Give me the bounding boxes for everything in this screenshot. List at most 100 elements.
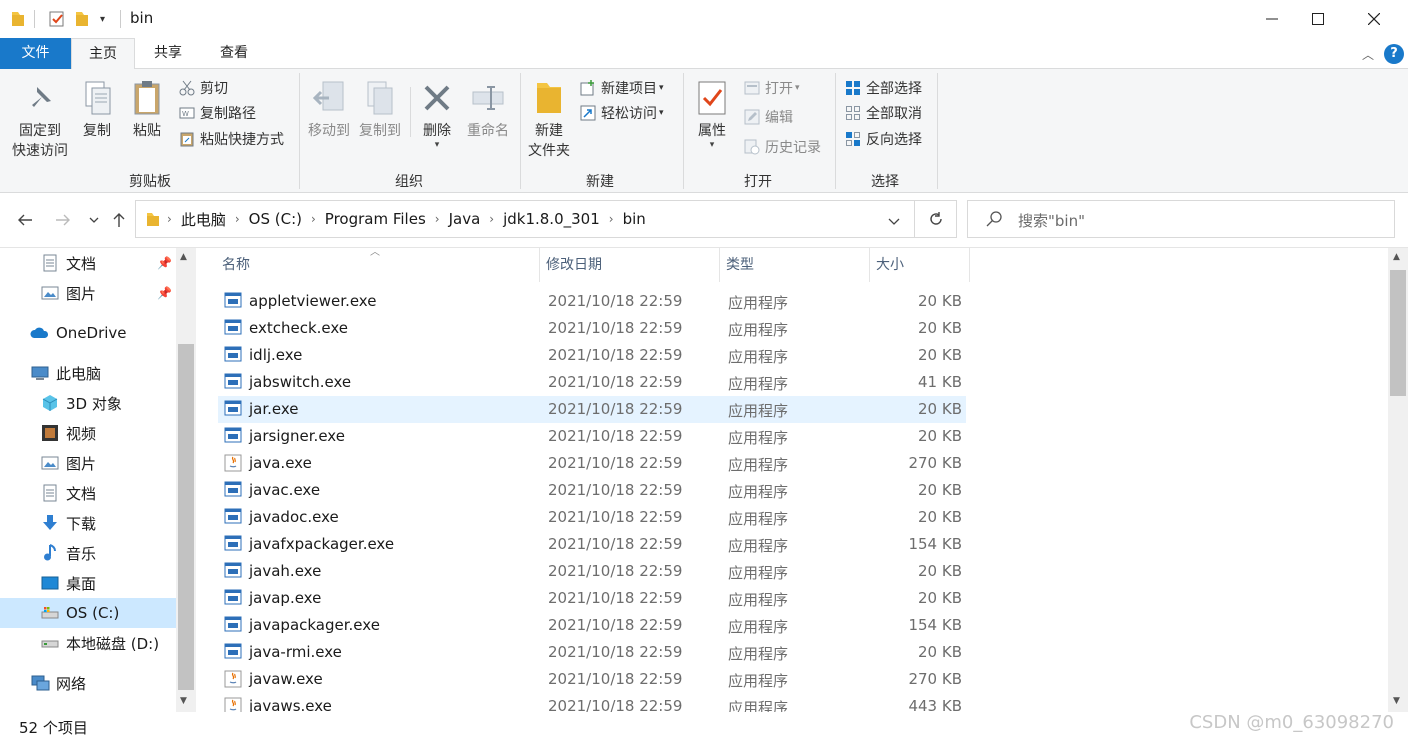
chevron-right-icon[interactable]: › [232,212,243,226]
move-to-button[interactable]: 移动到 [304,79,354,141]
copy-path-button[interactable]: W 复制路径 [178,102,256,124]
breadcrumb-item[interactable]: 此电脑 [175,209,232,230]
table-row[interactable]: appletviewer.exe 2021/10/18 22:59 应用程序 20 K… [218,288,966,315]
close-button[interactable] [1350,0,1398,38]
sidebar-item-network[interactable]: 网络 [30,668,176,698]
cut-button[interactable]: 剪切 [178,77,228,99]
edit-button[interactable]: 编辑 [743,106,793,128]
chevron-right-icon[interactable]: › [308,212,319,226]
back-button[interactable] [14,209,36,231]
tab-file[interactable]: 文件 [0,38,71,69]
help-icon[interactable]: ? [1384,44,1404,64]
table-row[interactable]: java-rmi.exe 2021/10/18 22:59 应用程序 20 KB [218,639,966,666]
file-size-cell: 20 KB [918,508,962,526]
copy-to-button[interactable]: 复制到 [354,79,406,141]
maximize-button[interactable] [1294,0,1342,38]
delete-button[interactable]: 删除 ▾ [416,79,458,150]
sidebar-item-documents[interactable]: 文档 [40,478,176,508]
item-count: 52 个项目 [19,719,88,737]
up-button[interactable] [108,209,130,231]
address-bar[interactable]: › 此电脑 › OS (C:) › Program Files › Java ›… [135,200,915,238]
refresh-button[interactable] [915,200,957,238]
sidebar-item-local-disk-d[interactable]: 本地磁盘 (D:) [40,628,176,658]
chevron-right-icon[interactable]: › [432,212,443,226]
table-row[interactable]: javapackager.exe 2021/10/18 22:59 应用程序 154 … [218,612,966,639]
tab-share[interactable]: 共享 [140,38,196,69]
pin-icon: 📌 [157,256,172,270]
table-row[interactable]: javap.exe 2021/10/18 22:59 应用程序 20 KB [218,585,966,612]
minimize-button[interactable] [1248,0,1296,38]
sidebar-item-documents-pinned[interactable]: 文档 📌 [40,248,176,278]
sidebar-item-videos[interactable]: 视频 [40,418,176,448]
table-row[interactable]: javadoc.exe 2021/10/18 22:59 应用程序 20 KB [218,504,966,531]
table-row[interactable]: javaw.exe 2021/10/18 22:59 应用程序 270 KB [218,666,966,693]
table-row[interactable]: idlj.exe 2021/10/18 22:59 应用程序 20 KB [218,342,966,369]
breadcrumb-item[interactable]: OS (C:) [243,210,308,228]
sidebar-item-desktop[interactable]: 桌面 [40,568,176,598]
breadcrumb-item[interactable]: Java [443,210,487,228]
open-button[interactable]: 打开 ▾ [743,77,800,99]
table-row[interactable]: javah.exe 2021/10/18 22:59 应用程序 20 KB [218,558,966,585]
forward-button[interactable] [52,209,74,231]
column-header-type[interactable]: 类型 [720,248,870,282]
chevron-right-icon[interactable]: › [606,212,617,226]
breadcrumb-item[interactable]: jdk1.8.0_301 [497,210,606,228]
filelist-scroll-thumb[interactable] [1390,270,1406,396]
pin-quick-access-button[interactable]: 固定到 快速访问 [8,79,72,161]
recent-locations-button[interactable] [83,209,105,231]
sidebar-item-this-pc[interactable]: 此电脑 [30,358,176,388]
table-row[interactable]: javafxpackager.exe 2021/10/18 22:59 应用程序 15… [218,531,966,558]
new-folder-button[interactable]: 新建 文件夹 [524,79,574,161]
search-input[interactable]: 搜索"bin" [967,200,1395,238]
easy-access-button[interactable]: 轻松访问 ▾ [579,102,664,124]
scroll-down-icon[interactable]: ▼ [1393,696,1400,706]
table-row[interactable]: jar.exe 2021/10/18 22:59 应用程序 20 KB [218,396,966,423]
paste-button[interactable]: 粘贴 [126,79,168,141]
scroll-up-icon[interactable]: ▲ [1393,252,1400,262]
table-row[interactable]: extcheck.exe 2021/10/18 22:59 应用程序 20 KB [218,315,966,342]
column-header-date[interactable]: 修改日期 [540,248,720,282]
new-item-button[interactable]: 新建项目 ▾ [579,77,664,99]
navpane-scrollbar[interactable]: ▲ ▼ [176,248,196,712]
collapse-ribbon-icon[interactable]: ︿ [1362,46,1374,63]
address-history-dropdown-icon[interactable] [888,214,900,230]
select-all-button[interactable]: 全部选择 [844,77,922,99]
file-date-cell: 2021/10/18 22:59 [548,589,683,607]
properties-dropdown-icon[interactable]: ▾ [690,141,734,150]
history-button[interactable]: 历史记录 [743,136,821,158]
breadcrumb-item[interactable]: Program Files [319,210,432,228]
scroll-up-icon[interactable]: ▲ [180,252,187,262]
sidebar-item-3d-objects[interactable]: 3D 对象 [40,388,176,418]
properties-quick-icon[interactable] [48,8,66,30]
table-row[interactable]: java.exe 2021/10/18 22:59 应用程序 270 KB [218,450,966,477]
filelist-scrollbar[interactable]: ▲ ▼ [1388,248,1408,712]
select-none-button[interactable]: 全部取消 [844,102,922,124]
breadcrumb-item[interactable]: bin [617,210,652,228]
delete-dropdown-icon[interactable]: ▾ [416,141,458,150]
sidebar-item-music[interactable]: 音乐 [40,538,176,568]
sidebar-item-onedrive[interactable]: OneDrive [30,318,176,348]
chevron-right-icon[interactable]: › [486,212,497,226]
paste-shortcut-button[interactable]: 粘贴快捷方式 [178,128,284,150]
sidebar-item-os-c[interactable]: OS (C:) [0,598,176,628]
sidebar-item-pictures-pinned[interactable]: 图片 📌 [40,278,176,308]
rename-button[interactable]: 重命名 [463,79,513,141]
new-folder-quick-icon[interactable] [74,8,90,30]
invert-selection-button[interactable]: 反向选择 [844,128,922,150]
properties-button[interactable]: 属性 ▾ [690,79,734,150]
table-row[interactable]: jabswitch.exe 2021/10/18 22:59 应用程序 41 KB [218,369,966,396]
tab-view[interactable]: 查看 [204,38,264,69]
sidebar-item-pictures[interactable]: 图片 [40,448,176,478]
file-name-cell: jarsigner.exe [249,427,345,445]
column-header-name[interactable]: 名称 ︿ [216,248,540,282]
scroll-down-icon[interactable]: ▼ [180,696,187,706]
sidebar-item-downloads[interactable]: 下载 [40,508,176,538]
table-row[interactable]: javaws.exe 2021/10/18 22:59 应用程序 443 KB [218,693,966,712]
column-header-size[interactable]: 大小 [870,248,970,282]
navpane-scroll-thumb[interactable] [178,344,194,690]
copy-button[interactable]: 复制 [76,79,118,141]
table-row[interactable]: jarsigner.exe 2021/10/18 22:59 应用程序 20 KB [218,423,966,450]
customize-quick-access-icon[interactable]: ▾ [100,8,105,30]
tab-home[interactable]: 主页 [71,38,135,70]
table-row[interactable]: javac.exe 2021/10/18 22:59 应用程序 20 KB [218,477,966,504]
